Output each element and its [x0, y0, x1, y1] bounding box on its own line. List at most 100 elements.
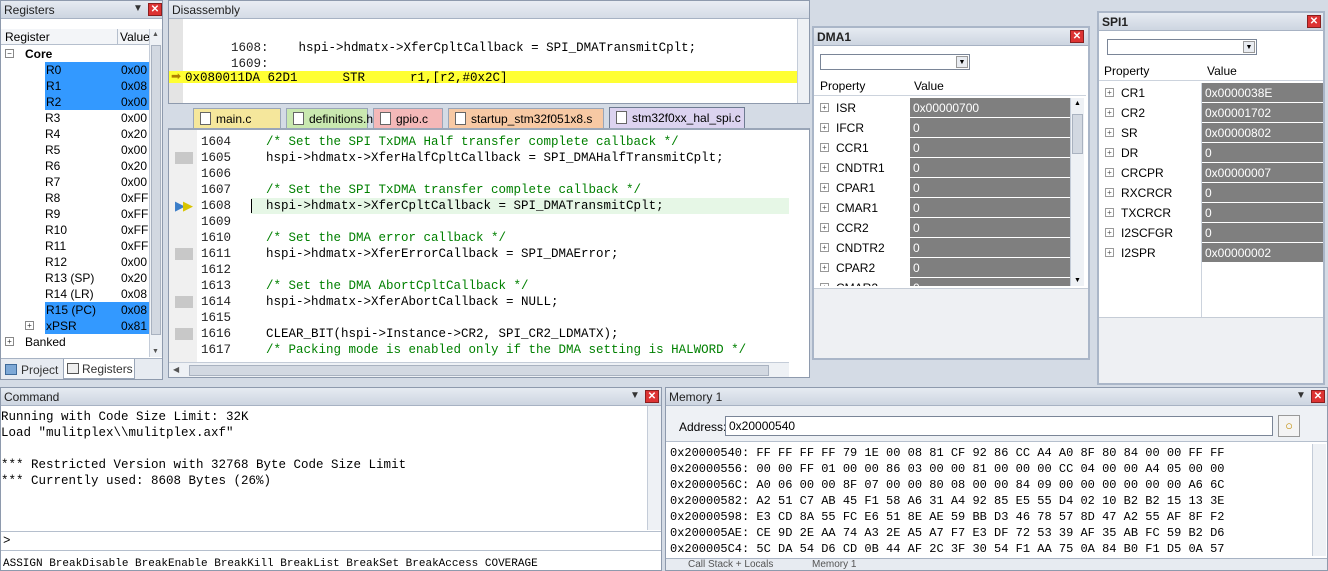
tree-core[interactable]: − Core — [1, 46, 149, 62]
hscroll-thumb[interactable] — [189, 365, 769, 376]
property-value[interactable]: 0 — [910, 198, 1070, 217]
code-comment[interactable]: /* Set the SPI TxDMA transfer complete c… — [251, 182, 641, 198]
code-comment[interactable]: /* Set the DMA AbortCpltCallback */ — [251, 278, 529, 294]
property-row[interactable]: + I2SCFGR 0 — [1099, 223, 1323, 243]
expand-icon[interactable]: + — [820, 163, 829, 172]
property-value[interactable]: 0 — [1202, 183, 1323, 202]
expand-icon[interactable]: + — [1105, 108, 1114, 117]
register-value[interactable]: 0x08 — [121, 78, 149, 94]
property-value[interactable]: 0 — [910, 278, 1070, 286]
property-value[interactable]: 0x0000038E — [1202, 83, 1323, 102]
property-row[interactable]: + CR2 0x00001702 — [1099, 103, 1323, 123]
code-line[interactable]: hspi->hdmatx->XferAbortCallback = NULL; — [251, 294, 559, 310]
pin-icon[interactable]: ▼ — [1294, 389, 1308, 403]
chevron-down-icon[interactable]: ▼ — [956, 56, 968, 68]
spi1-title-bar[interactable]: SPI1 ✕ — [1099, 13, 1323, 31]
property-row[interactable]: + CPAR2 0 — [814, 258, 1070, 278]
property-row[interactable]: + CR1 0x0000038E — [1099, 83, 1323, 103]
property-row[interactable]: + TXCRCR 0 — [1099, 203, 1323, 223]
expand-icon[interactable]: + — [820, 123, 829, 132]
expand-icon[interactable]: + — [25, 321, 34, 330]
collapse-icon[interactable]: − — [5, 49, 14, 58]
property-value[interactable]: 0x00000802 — [1202, 123, 1323, 142]
expand-icon[interactable]: + — [820, 243, 829, 252]
expand-icon[interactable]: + — [1105, 208, 1114, 217]
register-value[interactable]: 0xFF — [121, 206, 149, 222]
register-value[interactable]: 0x08 — [121, 302, 149, 318]
register-row[interactable]: R15 (PC) 0x08 — [1, 302, 149, 318]
tab-registers[interactable]: Registers — [63, 359, 135, 379]
scroll-up-icon[interactable]: ▲ — [152, 31, 159, 38]
register-value[interactable]: 0x20 — [121, 270, 149, 286]
property-value[interactable]: 0x00000002 — [1202, 243, 1323, 262]
register-value[interactable]: 0x00 — [121, 94, 149, 110]
property-value[interactable]: 0 — [910, 218, 1070, 237]
expand-icon[interactable]: + — [1105, 128, 1114, 137]
expand-icon[interactable]: + — [1105, 88, 1114, 97]
tab-callstack[interactable]: Call Stack + Locals — [688, 559, 773, 570]
property-value[interactable]: 0 — [910, 258, 1070, 277]
col-register[interactable]: Register — [5, 30, 50, 44]
disasm-scrollbar[interactable] — [797, 19, 809, 103]
property-row[interactable]: + CMAR1 0 — [814, 198, 1070, 218]
code-comment[interactable]: /* Set the DMA error callback */ — [251, 230, 506, 246]
expand-icon[interactable]: + — [820, 263, 829, 272]
address-input[interactable]: 0x20000540 — [725, 416, 1273, 436]
current-instruction[interactable]: ➡ 0x080011DA 62D1 STR r1,[r2,#0x2C] — [169, 71, 809, 83]
col-value[interactable]: Value — [120, 30, 150, 44]
editor-hscroll[interactable]: ◀ — [169, 362, 789, 377]
property-row[interactable]: + CNDTR1 0 — [814, 158, 1070, 178]
register-row[interactable]: R11 0xFF — [1, 238, 149, 254]
expand-icon[interactable]: + — [1105, 248, 1114, 257]
scroll-up-icon[interactable]: ▲ — [1074, 100, 1081, 107]
property-row[interactable]: + IFCR 0 — [814, 118, 1070, 138]
register-row[interactable]: R12 0x00 — [1, 254, 149, 270]
spi1-dropdown[interactable]: ▼ — [1107, 39, 1257, 55]
editor-tab[interactable]: definitions.h — [286, 108, 373, 128]
register-value[interactable]: 0x08 — [121, 286, 149, 302]
property-row[interactable]: + CCR1 0 — [814, 138, 1070, 158]
property-value[interactable]: 0 — [910, 178, 1070, 197]
expand-icon[interactable]: + — [1105, 168, 1114, 177]
property-row[interactable]: + I2SPR 0x00000002 — [1099, 243, 1323, 263]
scroll-thumb[interactable] — [1072, 114, 1083, 154]
code-line[interactable]: hspi->hdmatx->XferErrorCallback = SPI_DM… — [251, 246, 619, 262]
memory-row[interactable]: 0x20000582: A2 51 C7 AB 45 F1 58 A6 31 A… — [670, 493, 1225, 509]
code-line[interactable]: CLEAR_BIT(hspi->Instance->CR2, SPI_CR2_L… — [251, 326, 619, 342]
register-row[interactable]: R3 0x00 — [1, 110, 149, 126]
property-value[interactable]: 0 — [910, 118, 1070, 137]
property-value[interactable]: 0 — [1202, 203, 1323, 222]
property-row[interactable]: + DR 0 — [1099, 143, 1323, 163]
code-coverage-mark[interactable] — [175, 152, 193, 164]
expand-icon[interactable]: + — [1105, 188, 1114, 197]
register-value[interactable]: 0x00 — [121, 174, 149, 190]
register-value[interactable]: 0x00 — [121, 142, 149, 158]
property-row[interactable]: + RXCRCR 0 — [1099, 183, 1323, 203]
close-icon[interactable]: ✕ — [1070, 30, 1084, 43]
property-row[interactable]: + CCR2 0 — [814, 218, 1070, 238]
register-row[interactable]: + xPSR 0x81 — [1, 318, 149, 334]
scroll-left-icon[interactable]: ◀ — [173, 365, 179, 374]
register-row[interactable]: R10 0xFF — [1, 222, 149, 238]
code-coverage-mark[interactable] — [175, 296, 193, 308]
dma1-dropdown[interactable]: ▼ — [820, 54, 970, 70]
property-row[interactable]: + CNDTR2 0 — [814, 238, 1070, 258]
close-icon[interactable]: ✕ — [1311, 390, 1325, 403]
register-value[interactable]: 0x20 — [121, 126, 149, 142]
memory-row[interactable]: 0x200005C4: 5C DA 54 D6 CD 0B 44 AF 2C 3… — [670, 541, 1225, 557]
code-comment[interactable]: /* Set the SPI TxDMA Half transfer compl… — [251, 134, 679, 150]
tree-banked[interactable]: + Banked — [1, 334, 149, 350]
register-value[interactable]: 0xFF — [121, 238, 149, 254]
memory-scrollbar[interactable] — [1312, 444, 1326, 556]
expand-icon[interactable]: + — [820, 183, 829, 192]
property-row[interactable]: + CMAR2 0 — [814, 278, 1070, 286]
dma1-scrollbar[interactable]: ▲ ▼ — [1070, 98, 1084, 286]
editor-tab[interactable]: startup_stm32f051x8.s — [448, 108, 604, 128]
memory-row[interactable]: 0x200005AE: CE 9D 2E AA 74 A3 2E A5 A7 F… — [670, 525, 1225, 541]
tab-project[interactable]: Project — [3, 360, 58, 379]
register-value[interactable]: 0x81 — [121, 318, 149, 334]
dma1-title-bar[interactable]: DMA1 ✕ — [814, 28, 1088, 46]
code-coverage-mark[interactable] — [175, 328, 193, 340]
command-scrollbar[interactable] — [647, 406, 661, 530]
register-value[interactable]: 0xFF — [121, 190, 149, 206]
